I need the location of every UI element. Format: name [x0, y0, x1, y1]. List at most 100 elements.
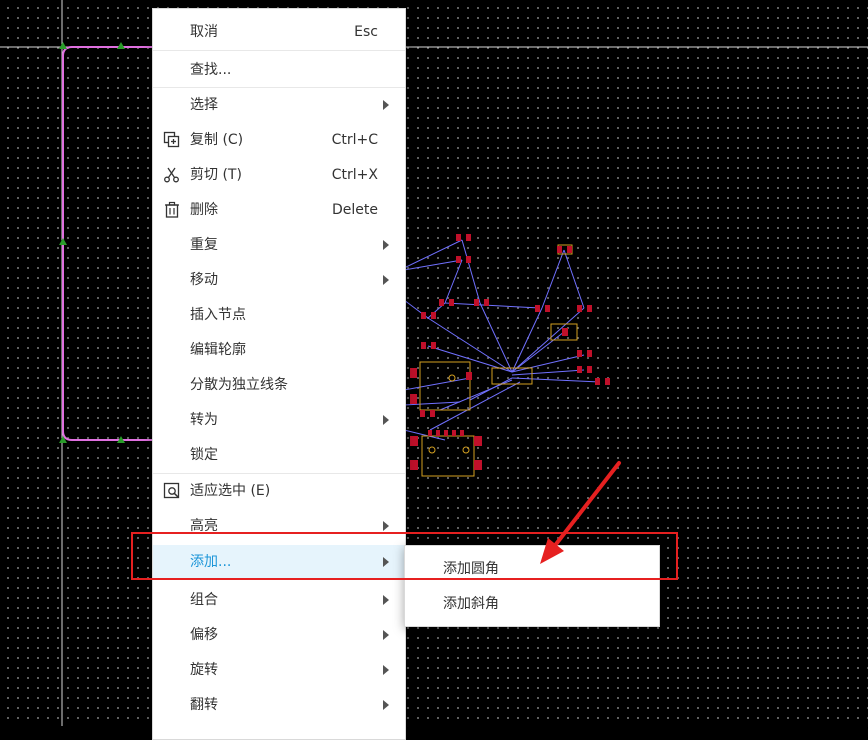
component-pad	[567, 246, 572, 253]
component-hole	[448, 374, 456, 382]
component-pad	[587, 305, 592, 312]
component-pad	[410, 460, 418, 470]
menu-item-label: 取消	[190, 24, 218, 40]
component-pad	[410, 394, 417, 404]
component-pad	[430, 410, 435, 417]
menu-item-label: 删除	[190, 202, 218, 218]
board-outline	[62, 46, 152, 441]
menu-item-offset[interactable]: 偏移	[153, 618, 405, 652]
menu-item-rotate[interactable]: 旋转	[153, 653, 405, 687]
component-pad	[410, 368, 417, 378]
menu-item-lock[interactable]: 锁定	[153, 438, 405, 472]
menu-item-label: 选择	[190, 97, 218, 113]
component-pad	[535, 305, 540, 312]
component-hole	[428, 446, 436, 454]
menu-item-label: 锁定	[190, 447, 218, 463]
menu-separator	[153, 50, 405, 51]
submenu-arrow-icon	[383, 595, 389, 605]
component-pad	[577, 305, 582, 312]
annotation-highlight-box	[131, 532, 678, 580]
menu-item-label: 重复	[190, 237, 218, 253]
component-pad	[474, 299, 479, 306]
component-pad	[444, 430, 448, 436]
submenu-item-add-chamfer[interactable]: 添加斜角	[405, 587, 659, 622]
component-pad	[449, 299, 454, 306]
outline-node-marker	[59, 42, 67, 49]
copy-icon	[163, 131, 180, 148]
component-pad	[557, 246, 562, 253]
component-silk	[421, 435, 475, 477]
menu-item-shortcut: Esc	[354, 24, 378, 40]
menu-item-edit-outline[interactable]: 编辑轮廓	[153, 333, 405, 367]
component-pad	[595, 378, 600, 385]
outline-node-marker	[59, 238, 67, 245]
menu-item-label: 剪切 (T)	[190, 167, 242, 183]
component-pad	[421, 342, 426, 349]
menu-item-move[interactable]: 移动	[153, 263, 405, 297]
component-pad	[431, 342, 436, 349]
menu-item-select[interactable]: 选择	[153, 88, 405, 122]
submenu-arrow-icon	[383, 630, 389, 640]
menu-item-label: 移动	[190, 272, 218, 288]
menu-item-label: 偏移	[190, 627, 218, 643]
menu-item-insert-node[interactable]: 插入节点	[153, 298, 405, 332]
scissors-icon	[164, 167, 179, 183]
menu-item-shortcut: Ctrl+X	[331, 167, 378, 183]
menu-item-label: 分散为独立线条	[190, 377, 288, 393]
component-pad	[436, 430, 440, 436]
component-pad	[456, 256, 461, 263]
menu-item-label: 适应选中 (E)	[190, 483, 271, 499]
submenu-arrow-icon	[383, 275, 389, 285]
component-pad	[577, 350, 582, 357]
component-pad	[562, 328, 568, 336]
component-pad	[410, 436, 418, 446]
component-pad	[587, 350, 592, 357]
component-pad	[605, 378, 610, 385]
menu-item-label: 旋转	[190, 662, 218, 678]
menu-item-label: 查找...	[190, 62, 232, 78]
component-pad	[466, 256, 471, 263]
component-pad	[474, 436, 482, 446]
submenu-arrow-icon	[383, 240, 389, 250]
component-pad	[456, 234, 461, 241]
submenu-arrow-icon	[383, 521, 389, 531]
menu-item-cut[interactable]: 剪切 (T) Ctrl+X	[153, 158, 405, 192]
component-pad	[474, 460, 482, 470]
component-pad	[460, 430, 464, 436]
menu-item-delete[interactable]: 删除 Delete	[153, 193, 405, 227]
component-pad	[439, 299, 444, 306]
submenu-arrow-icon	[383, 700, 389, 710]
component-pad	[421, 312, 426, 319]
components	[410, 234, 610, 477]
menu-item-explode-lines[interactable]: 分散为独立线条	[153, 368, 405, 402]
menu-item-zoom-fit[interactable]: 适应选中 (E)	[153, 474, 405, 508]
menu-item-flip[interactable]: 翻转	[153, 688, 405, 722]
menu-item-cancel[interactable]: 取消 Esc	[153, 15, 405, 49]
menu-item-label: 翻转	[190, 697, 218, 713]
menu-item-group[interactable]: 组合	[153, 583, 405, 617]
component-pad	[420, 410, 425, 417]
component-pad	[431, 312, 436, 319]
outline-node-marker	[117, 42, 125, 49]
menu-item-label: 转为	[190, 412, 218, 428]
submenu-arrow-icon	[383, 415, 389, 425]
menu-item-convert[interactable]: 转为	[153, 403, 405, 437]
menu-item-find[interactable]: 查找...	[153, 53, 405, 87]
menu-item-label: 插入节点	[190, 307, 246, 323]
menu-item-label: 编辑轮廓	[190, 342, 246, 358]
component-silk	[491, 367, 533, 385]
menu-item-label: 组合	[190, 592, 218, 608]
component-pad	[577, 366, 582, 373]
component-pad	[587, 366, 592, 373]
menu-item-copy[interactable]: 复制 (C) Ctrl+C	[153, 123, 405, 157]
component-hole	[462, 446, 470, 454]
context-menu: 取消 Esc 查找... 选择 复制 (C) Ctrl+C 剪切 (T) Ctr…	[152, 8, 406, 740]
trash-icon	[165, 201, 179, 218]
submenu-item-label: 添加斜角	[443, 596, 499, 612]
submenu-arrow-icon	[383, 665, 389, 675]
component-pad	[466, 234, 471, 241]
menu-item-shortcut: Delete	[332, 202, 378, 218]
menu-item-shortcut: Ctrl+C	[331, 132, 378, 148]
component-pad	[466, 372, 472, 380]
menu-item-repeat[interactable]: 重复	[153, 228, 405, 262]
